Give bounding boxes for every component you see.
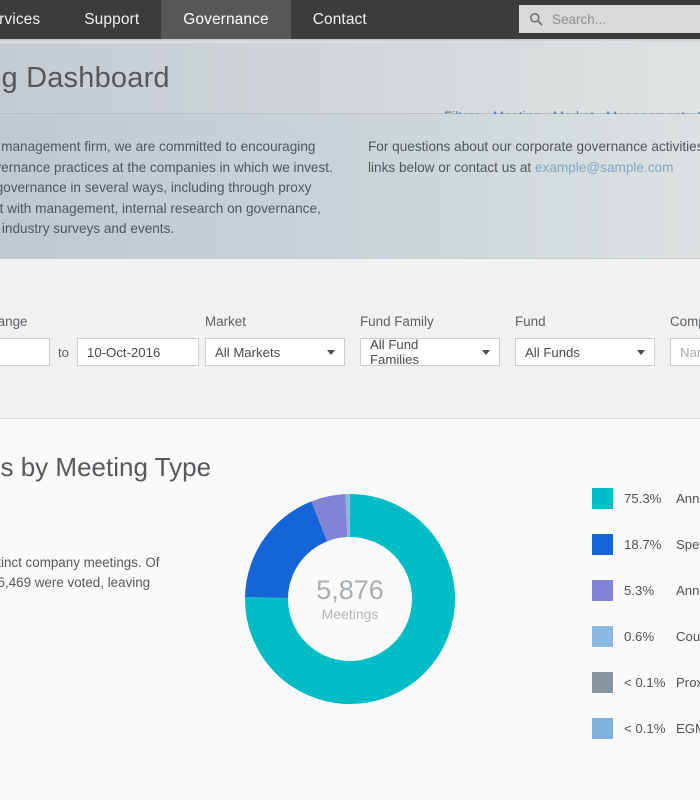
filter-date-label: Date Range — [0, 314, 199, 329]
filter-date-range: Date Range to 10-Oct-2016 — [0, 314, 199, 366]
legend-percent: 75.3% — [624, 491, 676, 506]
donut-center-caption: Meetings — [322, 606, 379, 622]
filter-company: Company Name... — [670, 314, 700, 366]
nav-item-services[interactable]: Services — [0, 0, 62, 39]
date-to-input[interactable]: 10-Oct-2016 — [77, 338, 199, 366]
page-title: Voting Dashboard — [0, 62, 170, 95]
search-box[interactable]: Search... — [519, 5, 700, 33]
legend-item[interactable]: 75.3% Annual — [592, 487, 700, 510]
fund-select[interactable]: All Funds — [515, 338, 655, 366]
legend-percent: 5.3% — [624, 583, 676, 598]
chevron-down-icon — [637, 350, 645, 355]
legend-swatch-icon — [592, 534, 613, 555]
filter-company-label: Company — [670, 314, 700, 329]
legend-percent: < 0.1% — [624, 675, 676, 690]
intro-right-line1: For questions about our corporate govern… — [368, 137, 700, 158]
legend-label: Annual — [676, 491, 700, 506]
search-icon — [529, 12, 543, 26]
meetings-donut-chart[interactable]: 5,876 Meetings — [241, 490, 459, 708]
nav-item-contact[interactable]: Contact — [291, 0, 389, 39]
chevron-down-icon — [327, 350, 335, 355]
page-header: Voting Dashboard Filters Meeting Market … — [0, 43, 700, 113]
date-range-separator: to — [58, 345, 69, 360]
chart-title: Meetings by Meeting Type — [0, 452, 211, 483]
search-input-placeholder: Search... — [552, 12, 606, 27]
legend-swatch-icon — [592, 718, 613, 739]
filter-market: Market All Markets — [205, 314, 345, 366]
nav-item-support[interactable]: Support — [62, 0, 161, 39]
legend-item[interactable]: 0.6% Court — [592, 625, 700, 648]
nav-item-label: Services — [0, 11, 40, 29]
intro-right-line2-prefix: links below or contact us at — [368, 160, 535, 175]
contact-email-link[interactable]: example@sample.com — [535, 160, 673, 175]
top-navigation-bar: Services Support Governance Contact Sear… — [0, 0, 700, 39]
fund-family-select-value: All Fund Families — [370, 337, 470, 367]
legend-item[interactable]: 18.7% Special — [592, 533, 700, 556]
donut-center-label: 5,876 Meetings — [241, 490, 459, 708]
fund-select-value: All Funds — [525, 345, 580, 360]
nav-item-governance[interactable]: Governance — [161, 0, 290, 39]
nav-item-label: Contact — [313, 11, 367, 29]
nav-item-label: Governance — [183, 11, 268, 29]
intro-left-paragraph: As a prudent asset management firm, we a… — [0, 137, 344, 240]
legend-percent: 0.6% — [624, 629, 676, 644]
legend-item[interactable]: < 0.1% Proxy Contest — [592, 671, 700, 694]
legend-label: Annual/Special — [676, 583, 700, 598]
legend-swatch-icon — [592, 626, 613, 647]
legend-percent: 18.7% — [624, 537, 676, 552]
legend-swatch-icon — [592, 488, 613, 509]
date-from-input[interactable] — [0, 338, 50, 366]
filter-market-label: Market — [205, 314, 345, 329]
nav-item-label: Support — [84, 11, 139, 29]
fund-family-select[interactable]: All Fund Families — [360, 338, 500, 366]
legend-label: Proxy Contest — [676, 675, 700, 690]
filter-fund-family-label: Fund Family — [360, 314, 500, 329]
filter-fund-label: Fund — [515, 314, 655, 329]
chart-legend: 75.3% Annual 18.7% Special 5.3% Annual/S… — [592, 487, 700, 763]
legend-item[interactable]: < 0.1% EGM/AGM — [592, 717, 700, 740]
market-select-value: All Markets — [215, 345, 280, 360]
intro-band: As a prudent asset management firm, we a… — [0, 114, 700, 258]
company-name-input[interactable]: Name... — [670, 338, 700, 366]
legend-swatch-icon — [592, 672, 613, 693]
donut-center-value: 5,876 — [316, 576, 384, 604]
filter-bar: Date Range to 10-Oct-2016 Market All Mar… — [0, 259, 700, 419]
filter-fund: Fund All Funds — [515, 314, 655, 366]
legend-swatch-icon — [592, 580, 613, 601]
filter-fund-family: Fund Family All Fund Families — [360, 314, 500, 366]
chart-description: We voted at 5,876 distinct company meeti… — [0, 553, 168, 613]
market-select[interactable]: All Markets — [205, 338, 345, 366]
legend-label: EGM/AGM — [676, 721, 700, 736]
chevron-down-icon — [482, 350, 490, 355]
intro-right-paragraph: For questions about our corporate govern… — [368, 137, 700, 178]
legend-percent: < 0.1% — [624, 721, 676, 736]
legend-label: Court — [676, 629, 700, 644]
intro-right-line2: links below or contact us at example@sam… — [368, 158, 700, 179]
legend-label: Special — [676, 537, 700, 552]
legend-item[interactable]: 5.3% Annual/Special — [592, 579, 700, 602]
